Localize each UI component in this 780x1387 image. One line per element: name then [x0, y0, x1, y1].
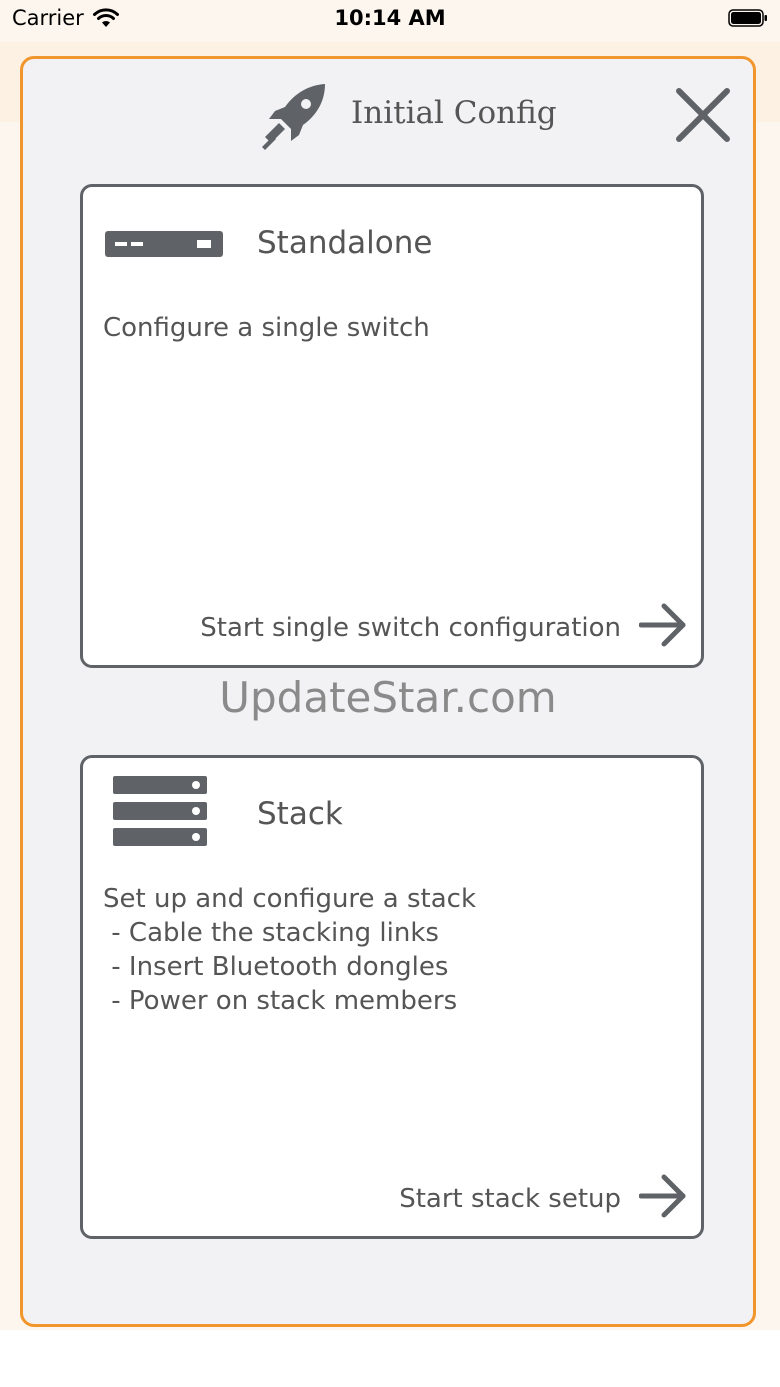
stack-action-label: Start stack setup	[399, 1184, 621, 1214]
standalone-description: Configure a single switch	[103, 313, 430, 343]
watermark: UpdateStar.com	[219, 673, 557, 722]
battery-icon	[728, 9, 767, 27]
stack-description: Set up and configure a stack - Cable the…	[103, 882, 476, 1018]
arrow-right-icon	[639, 1174, 686, 1218]
rocket-icon	[262, 84, 325, 150]
switch-icon	[105, 231, 223, 257]
stack-description-line: Set up and configure a stack	[103, 884, 477, 914]
stack-description-line: - Power on stack members	[103, 986, 458, 1016]
server-stack-icon	[113, 776, 207, 846]
status-bar: Carrier 10:14 AM	[0, 0, 780, 42]
standalone-title: Standalone	[257, 225, 433, 261]
stack-card[interactable]: Stack Set up and configure a stack - Cab…	[80, 755, 704, 1239]
standalone-card[interactable]: Standalone Configure a single switch Sta…	[80, 184, 704, 668]
arrow-right-icon	[639, 603, 686, 647]
standalone-action-label: Start single switch configuration	[200, 613, 621, 643]
modal-header: Initial Config	[23, 79, 753, 159]
stack-description-line: - Insert Bluetooth dongles	[103, 952, 449, 982]
close-icon[interactable]	[673, 85, 733, 145]
clock: 10:14 AM	[334, 6, 446, 30]
tab-bar-background	[0, 1330, 780, 1387]
stack-description-line: - Cable the stacking links	[103, 918, 439, 948]
stack-title: Stack	[257, 796, 343, 832]
initial-config-modal: Initial Config Standalone Configure a si…	[20, 56, 756, 1327]
modal-title: Initial Config	[351, 95, 557, 131]
